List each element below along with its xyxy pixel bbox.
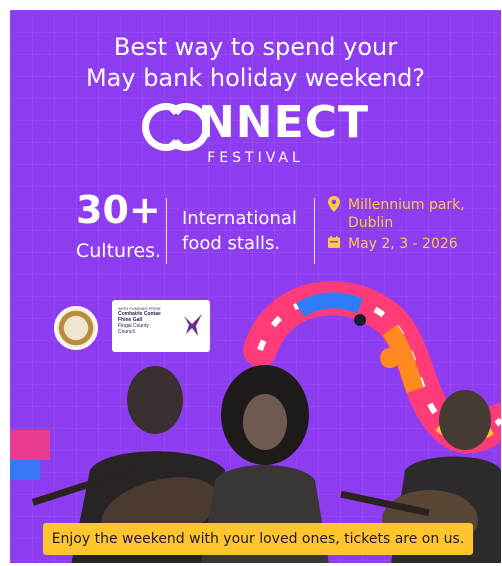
- headline: Best way to spend your May bank holiday …: [10, 32, 501, 94]
- logo-subtitle: FESTIVAL: [207, 150, 304, 166]
- headline-line-1: Best way to spend your: [113, 33, 398, 61]
- partner-seal-logo: [54, 306, 98, 350]
- logo-wordmark: NNECT: [197, 97, 369, 148]
- headline-line-2: May bank holiday weekend?: [85, 64, 426, 92]
- location-line-1: Millennium park,: [348, 197, 465, 213]
- food-stalls-line-2: food stalls.: [182, 233, 281, 254]
- event-location: Millennium park, Dublin: [328, 196, 465, 232]
- location-line-2: Dublin: [348, 215, 394, 231]
- tickets-banner: Enjoy the weekend with your loved ones, …: [43, 523, 473, 555]
- connect-logo: NNECT FESTIVAL: [10, 98, 501, 166]
- food-stalls-text: International food stalls.: [182, 206, 297, 256]
- fingal-county-council-logo: WITH FUNDING FROM Comhairle Contae Fhine…: [112, 300, 210, 352]
- festival-poster: Best way to spend your May bank holiday …: [10, 10, 501, 563]
- bird-emblem-icon: [184, 314, 202, 336]
- divider: [166, 198, 167, 264]
- logo-interlocked-c-icon: [141, 101, 210, 151]
- event-date-text: May 2, 3 - 2026: [348, 236, 458, 252]
- cultures-count: 30+: [76, 188, 161, 232]
- event-date: May 2, 3 - 2026: [328, 236, 458, 252]
- stats-row: 30+ Cultures. International food stalls.…: [10, 188, 501, 278]
- food-stalls-line-1: International: [182, 208, 297, 229]
- cultures-label: Cultures.: [76, 240, 162, 262]
- divider: [314, 198, 315, 264]
- map-pin-icon: [328, 196, 344, 217]
- calendar-icon: [328, 236, 344, 252]
